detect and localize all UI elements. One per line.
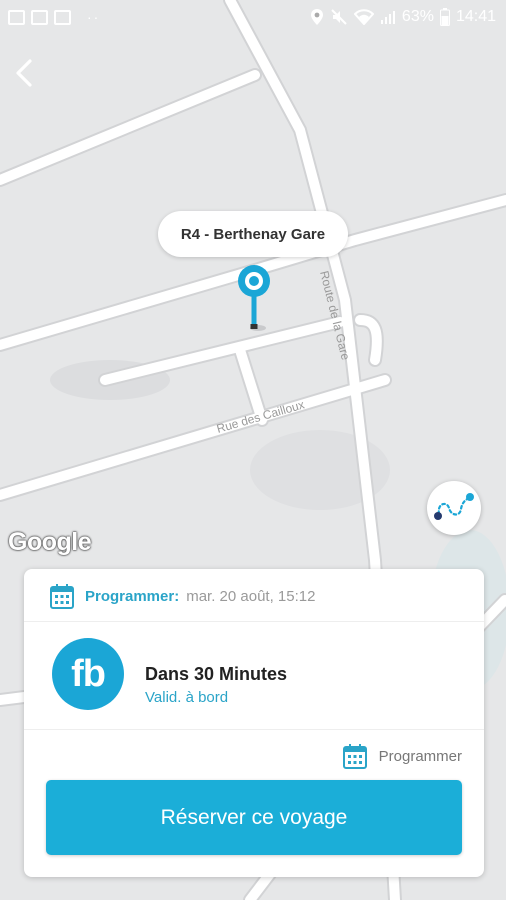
battery-icon: [439, 8, 450, 26]
mute-icon: [331, 9, 347, 25]
divider: [24, 621, 484, 622]
trip-card: Programmer: mar. 20 août, 15:12 fb Dans …: [24, 569, 484, 877]
route-button[interactable]: [427, 481, 481, 535]
schedule-datetime: mar. 20 août, 15:12: [186, 587, 316, 605]
calendar-icon: [342, 744, 367, 769]
clock: 14:41: [455, 8, 496, 25]
status-bar: ·· 63% 14:41: [0, 0, 506, 36]
location-icon: [310, 9, 323, 25]
program-link-label: Programmer: [378, 748, 462, 765]
battery-percent: 63%: [401, 8, 434, 25]
flipboard-icon: [31, 9, 48, 25]
trip-subtitle: Valid. à bord: [145, 689, 229, 706]
wifi-icon: [353, 9, 374, 25]
stop-label[interactable]: R4 - Berthenay Gare: [158, 211, 348, 257]
route-icon: [434, 493, 474, 520]
signal-icon: [380, 11, 395, 24]
back-arrow-icon[interactable]: [10, 58, 40, 88]
calendar-icon: [50, 583, 74, 609]
schedule-row[interactable]: Programmer: mar. 20 août, 15:12: [50, 583, 315, 609]
google-logo: Google: [8, 528, 92, 556]
trip-title: Dans 30 Minutes: [145, 664, 288, 684]
image-icon: [8, 9, 25, 25]
divider: [24, 729, 484, 730]
more-notifications: ··: [87, 9, 101, 25]
schedule-label: Programmer:: [85, 587, 180, 605]
flipboard-icon: [54, 9, 71, 25]
reserve-trip-button[interactable]: Réserver ce voyage: [46, 780, 462, 855]
stop-pin-icon[interactable]: [236, 264, 272, 334]
operator-logo: fb: [52, 638, 124, 710]
program-link[interactable]: Programmer: [342, 744, 462, 769]
